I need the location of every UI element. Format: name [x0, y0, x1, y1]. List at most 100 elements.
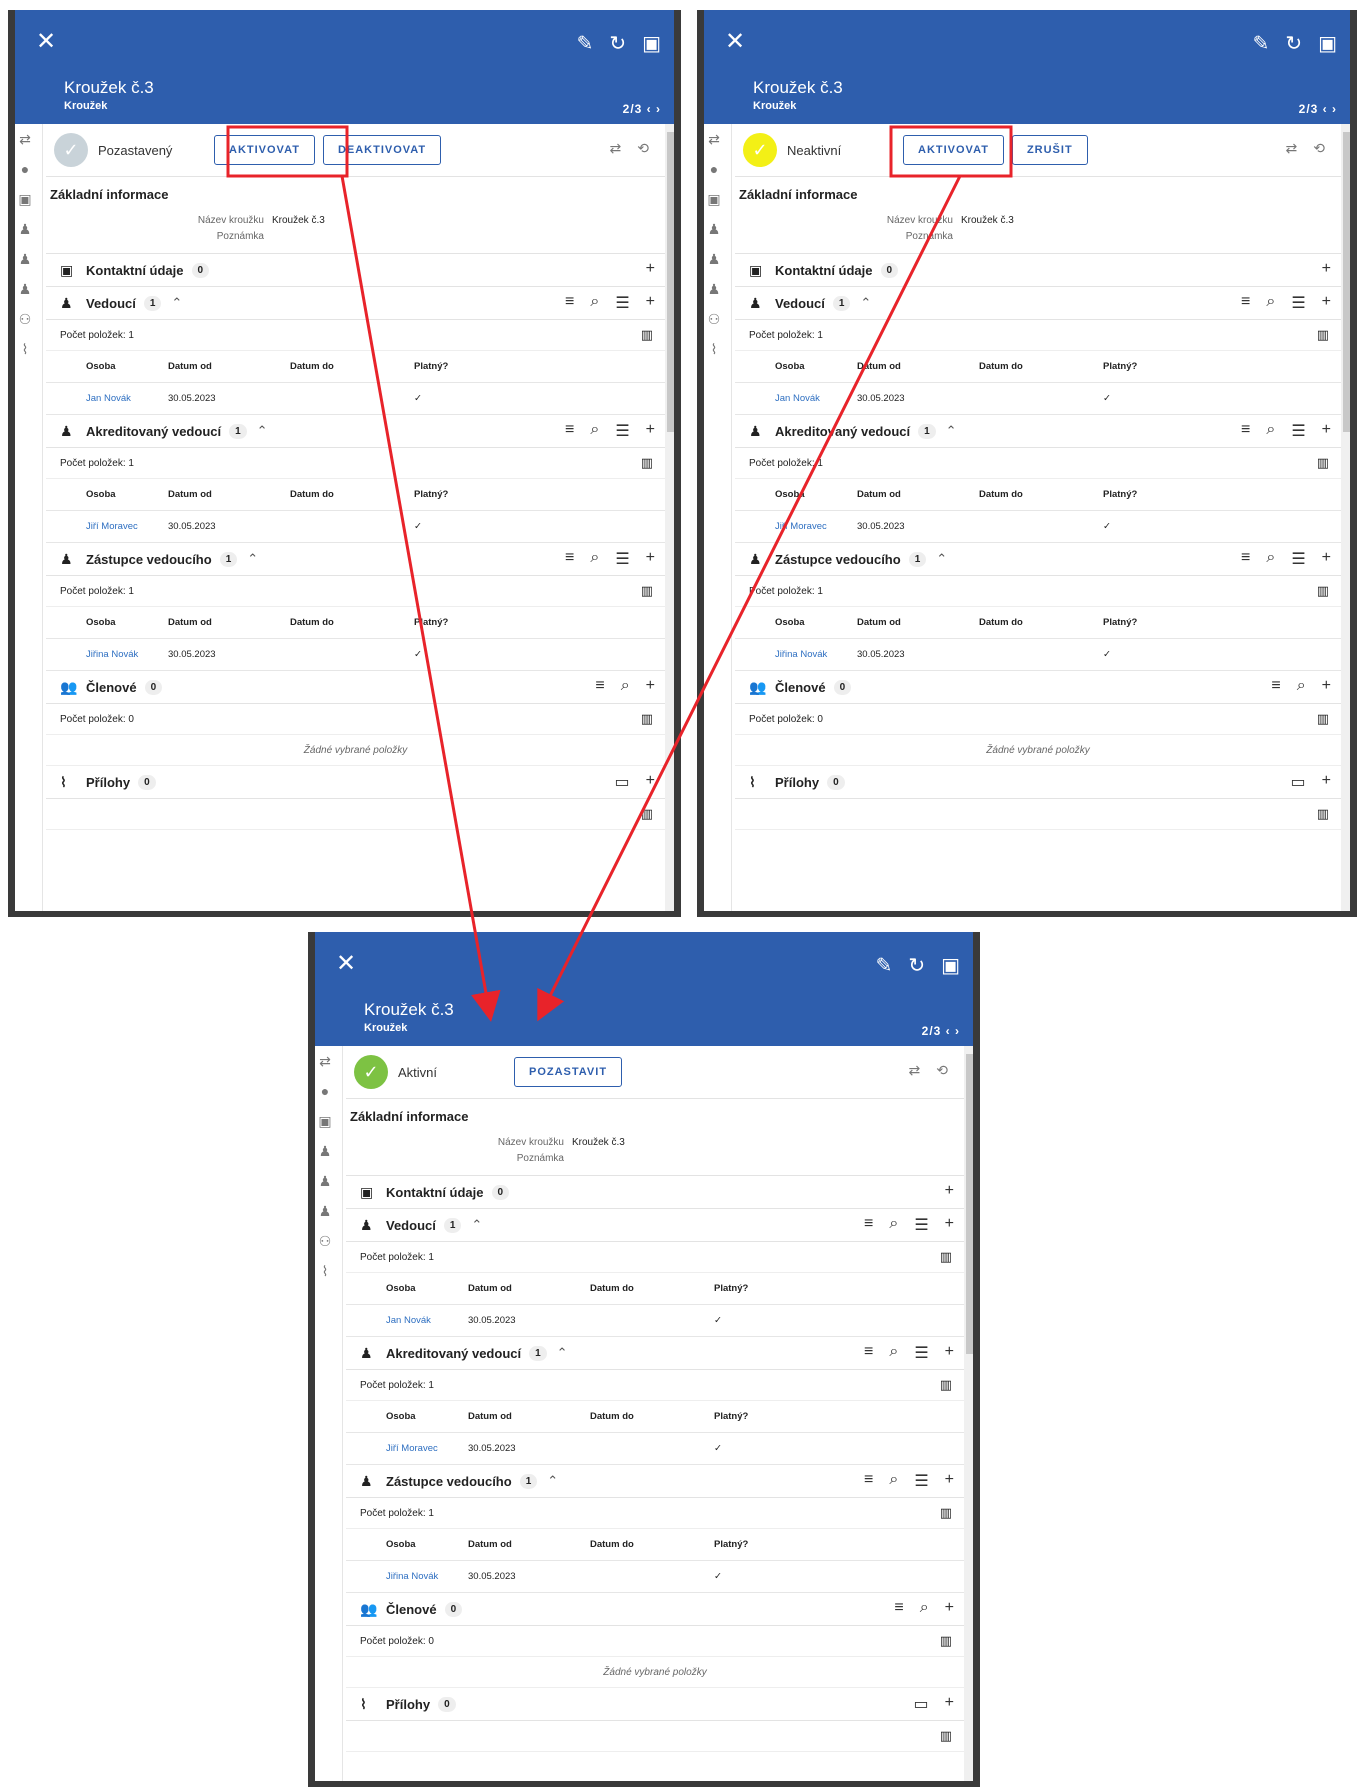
columns-icon[interactable]: ▥	[940, 1728, 952, 1744]
section-contacts[interactable]: ▣ Kontaktní údaje 0 +	[46, 254, 665, 287]
close-icon[interactable]: ✕	[36, 30, 56, 54]
table-row[interactable]: Jan Novák 30.05.2023 ✓	[735, 383, 1341, 415]
delete-icon[interactable]: ▣	[642, 34, 661, 54]
add-icon[interactable]: +	[646, 421, 655, 441]
status-action-button[interactable]: DEAKTIVOVAT	[322, 135, 442, 165]
person-icon[interactable]: ♟	[8, 214, 42, 244]
search-icon[interactable]: ⌕	[590, 293, 599, 313]
folder-icon[interactable]: ▭	[615, 772, 630, 792]
person-link[interactable]: Jiřina Novák	[346, 1571, 468, 1582]
collapse-icon[interactable]: ⌃	[547, 1473, 558, 1489]
section-table-0[interactable]: ♟ Vedoucí 1 ⌃ ≡ ⌕ ☰ +	[735, 287, 1341, 320]
list-icon[interactable]: ☰	[914, 1215, 928, 1235]
workflow-icon[interactable]: ⇄	[697, 124, 731, 154]
refresh-icon[interactable]: ↻	[609, 34, 626, 54]
table-row[interactable]: Jiří Moravec 30.05.2023 ✓	[735, 511, 1341, 543]
columns-icon[interactable]: ▥	[1317, 806, 1329, 822]
collapse-icon[interactable]: ⌃	[471, 1217, 482, 1233]
add-icon[interactable]: +	[945, 1599, 954, 1617]
add-icon[interactable]: +	[646, 260, 655, 278]
collapse-icon[interactable]: ⌃	[171, 295, 182, 311]
filter-icon[interactable]: ≡	[894, 1599, 903, 1617]
edit-icon[interactable]: ✎	[876, 956, 893, 976]
workflow-icon[interactable]: ⇄	[909, 1062, 921, 1079]
contact-card-icon[interactable]: ▣	[308, 1106, 342, 1136]
section-members[interactable]: 👥 Členové 0 ≡ ⌕ +	[735, 671, 1341, 704]
filter-icon[interactable]: ≡	[1241, 549, 1250, 569]
person-link[interactable]: Jan Novák	[735, 393, 857, 404]
search-icon[interactable]: ⌕	[1297, 677, 1306, 695]
table-row[interactable]: Jan Novák 30.05.2023 ✓	[346, 1305, 964, 1337]
table-row[interactable]: Jiří Moravec 30.05.2023 ✓	[346, 1433, 964, 1465]
pager[interactable]: 2/3 ‹ ›	[623, 102, 661, 116]
list-icon[interactable]: ☰	[1291, 549, 1305, 569]
status-action-button[interactable]: AKTIVOVAT	[903, 135, 1004, 165]
person-icon[interactable]: ♟	[697, 274, 731, 304]
list-icon[interactable]: ☰	[914, 1471, 928, 1491]
history-icon[interactable]: ⟲	[1313, 140, 1325, 157]
columns-icon[interactable]: ▥	[940, 1505, 952, 1521]
edit-icon[interactable]: ✎	[1253, 34, 1270, 54]
add-icon[interactable]: +	[945, 1343, 954, 1363]
section-members[interactable]: 👥 Členové 0 ≡ ⌕ +	[346, 1593, 964, 1626]
paperclip-icon[interactable]: ⌇	[308, 1256, 342, 1286]
edit-icon[interactable]: ✎	[577, 34, 594, 54]
filter-icon[interactable]: ≡	[864, 1471, 873, 1491]
section-table-0[interactable]: ♟ Vedoucí 1 ⌃ ≡ ⌕ ☰ +	[346, 1209, 964, 1242]
contact-card-icon[interactable]: ▣	[697, 184, 731, 214]
search-icon[interactable]: ⌕	[1266, 549, 1275, 569]
search-icon[interactable]: ⌕	[889, 1343, 898, 1363]
section-table-0[interactable]: ♟ Vedoucí 1 ⌃ ≡ ⌕ ☰ +	[46, 287, 665, 320]
list-icon[interactable]: ☰	[1291, 293, 1305, 313]
group-icon[interactable]: ⚇	[308, 1226, 342, 1256]
add-icon[interactable]: +	[1322, 677, 1331, 695]
section-attachments[interactable]: ⌇ Přílohy 0 ▭ +	[735, 766, 1341, 799]
collapse-icon[interactable]: ⌃	[946, 423, 957, 439]
search-icon[interactable]: ⌕	[590, 549, 599, 569]
columns-icon[interactable]: ▥	[1317, 455, 1329, 471]
list-icon[interactable]: ☰	[1291, 421, 1305, 441]
info-icon[interactable]: ●	[697, 154, 731, 184]
table-row[interactable]: Jan Novák 30.05.2023 ✓	[46, 383, 665, 415]
list-icon[interactable]: ☰	[615, 421, 629, 441]
section-members[interactable]: 👥 Členové 0 ≡ ⌕ +	[46, 671, 665, 704]
columns-icon[interactable]: ▥	[1317, 327, 1329, 343]
person-link[interactable]: Jan Novák	[346, 1315, 468, 1326]
add-icon[interactable]: +	[945, 1471, 954, 1491]
paperclip-icon[interactable]: ⌇	[8, 334, 42, 364]
columns-icon[interactable]: ▥	[641, 455, 653, 471]
person-icon[interactable]: ♟	[308, 1196, 342, 1226]
table-row[interactable]: Jiřina Novák 30.05.2023 ✓	[46, 639, 665, 671]
person-icon[interactable]: ♟	[8, 274, 42, 304]
filter-icon[interactable]: ≡	[565, 549, 574, 569]
filter-icon[interactable]: ≡	[565, 421, 574, 441]
person-icon[interactable]: ♟	[8, 244, 42, 274]
list-icon[interactable]: ☰	[615, 549, 629, 569]
status-action-button[interactable]: ZRUŠIT	[1011, 135, 1088, 165]
collapse-icon[interactable]: ⌃	[860, 295, 871, 311]
search-icon[interactable]: ⌕	[1266, 421, 1275, 441]
filter-icon[interactable]: ≡	[1241, 293, 1250, 313]
add-icon[interactable]: +	[646, 293, 655, 313]
columns-icon[interactable]: ▥	[1317, 583, 1329, 599]
add-icon[interactable]: +	[646, 549, 655, 569]
close-icon[interactable]: ✕	[336, 952, 356, 976]
refresh-icon[interactable]: ↻	[908, 956, 925, 976]
delete-icon[interactable]: ▣	[1318, 34, 1337, 54]
columns-icon[interactable]: ▥	[940, 1377, 952, 1393]
scrollbar[interactable]	[665, 124, 681, 917]
columns-icon[interactable]: ▥	[641, 327, 653, 343]
add-icon[interactable]: +	[945, 1215, 954, 1235]
table-row[interactable]: Jiří Moravec 30.05.2023 ✓	[46, 511, 665, 543]
section-attachments[interactable]: ⌇ Přílohy 0 ▭ +	[46, 766, 665, 799]
add-icon[interactable]: +	[1322, 549, 1331, 569]
close-icon[interactable]: ✕	[725, 30, 745, 54]
person-link[interactable]: Jiří Moravec	[46, 521, 168, 532]
collapse-icon[interactable]: ⌃	[257, 423, 268, 439]
filter-icon[interactable]: ≡	[595, 677, 604, 695]
person-link[interactable]: Jiřina Novák	[735, 649, 857, 660]
section-table-2[interactable]: ♟ Zástupce vedoucího 1 ⌃ ≡ ⌕ ☰ +	[346, 1465, 964, 1498]
add-icon[interactable]: +	[1322, 293, 1331, 313]
section-contacts[interactable]: ▣ Kontaktní údaje 0 +	[346, 1176, 964, 1209]
person-link[interactable]: Jiří Moravec	[346, 1443, 468, 1454]
